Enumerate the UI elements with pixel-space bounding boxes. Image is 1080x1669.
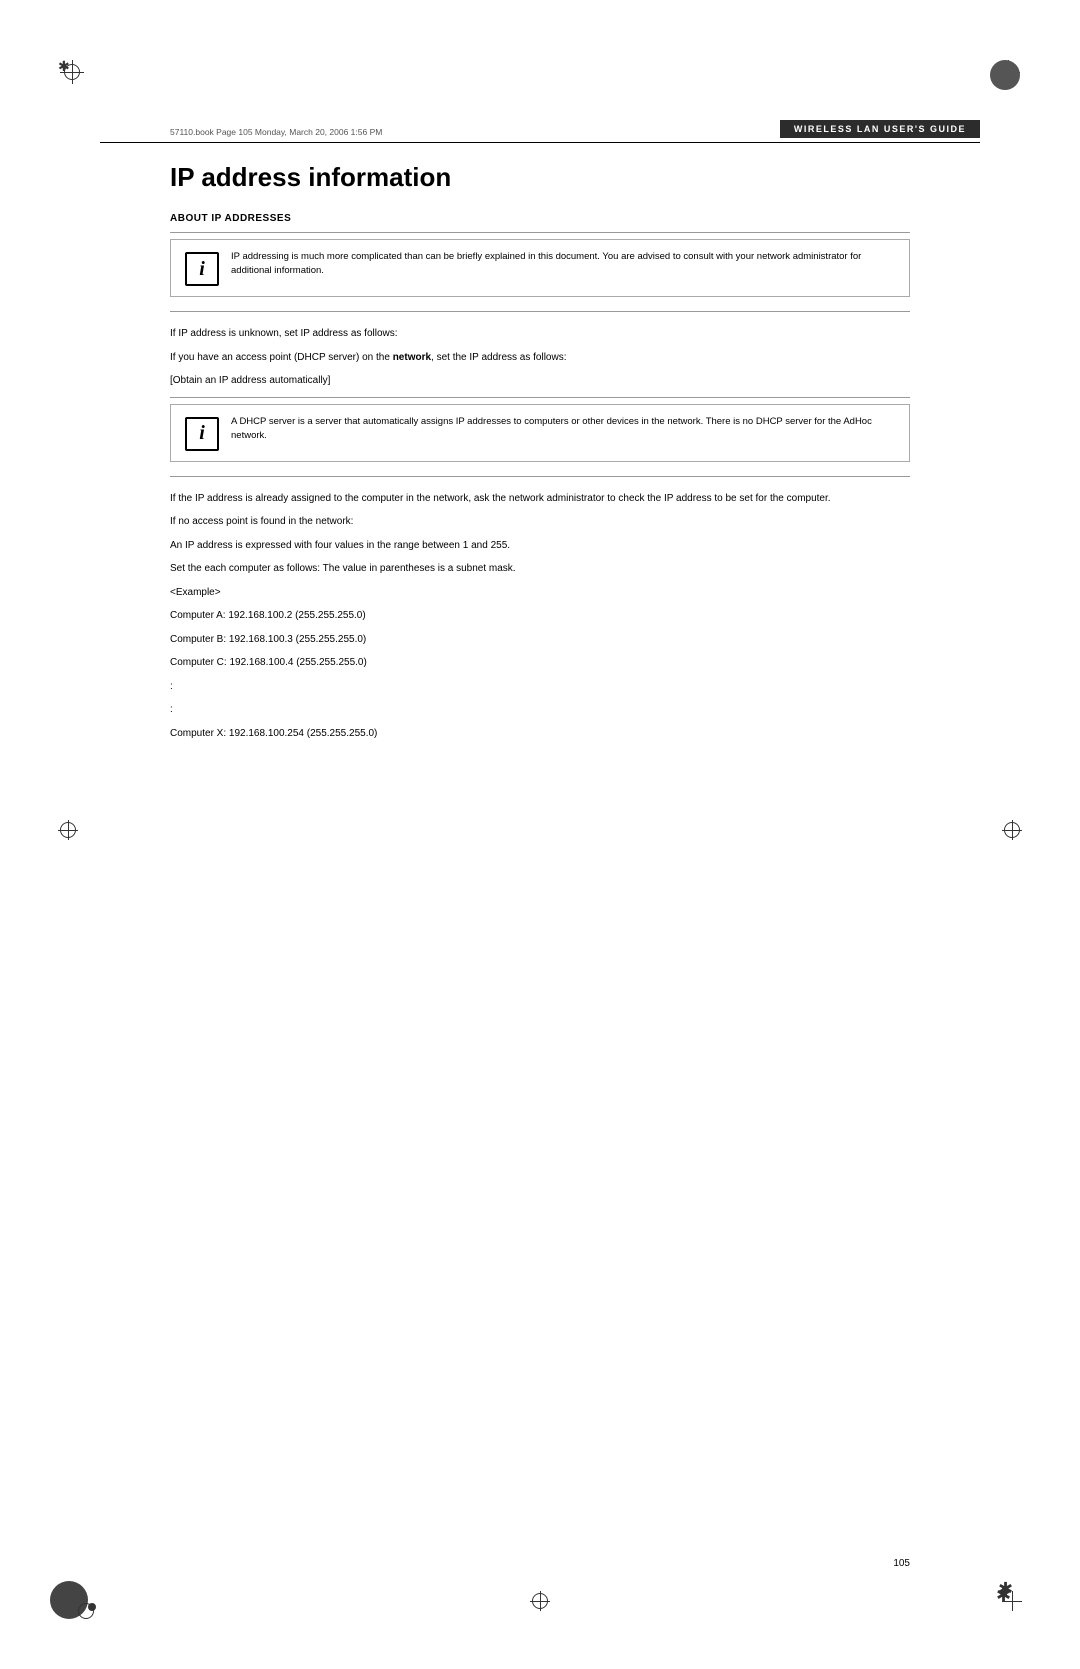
para4: If the IP address is already assigned to…	[170, 491, 910, 507]
corner-mark-tl: ✱	[60, 60, 84, 84]
dots2: :	[170, 702, 910, 718]
info-box-1: i IP addressing is much more complicated…	[170, 239, 910, 297]
section-heading-about-ip: ABOUT IP ADDRESSES	[170, 213, 910, 224]
para6: An IP address is expressed with four val…	[170, 538, 910, 554]
corner-mark-tr	[996, 60, 1020, 84]
header-rule	[100, 142, 980, 143]
computer-b: Computer B: 192.168.100.3 (255.255.255.0…	[170, 632, 910, 648]
header-bar: Wireless LAN User's Guide	[780, 120, 980, 138]
para2: If you have an access point (DHCP server…	[170, 350, 910, 366]
file-info: 57110.book Page 105 Monday, March 20, 20…	[170, 127, 382, 137]
para3: [Obtain an IP address automatically]	[170, 373, 910, 389]
para7: Set the each computer as follows: The va…	[170, 561, 910, 577]
info-text-2: A DHCP server is a server that automatic…	[231, 415, 895, 444]
computer-x: Computer X: 192.168.100.254 (255.255.255…	[170, 726, 910, 742]
side-mark-right	[1002, 820, 1022, 840]
para5: If no access point is found in the netwo…	[170, 514, 910, 530]
computer-a: Computer A: 192.168.100.2 (255.255.255.0…	[170, 608, 910, 624]
page-title: IP address information	[170, 162, 910, 193]
info-box-2: i A DHCP server is a server that automat…	[170, 404, 910, 462]
info-icon-2: i	[185, 417, 219, 451]
small-dot-bl	[88, 1603, 96, 1611]
info-text-1: IP addressing is much more complicated t…	[231, 250, 895, 279]
example-label: <Example>	[170, 585, 910, 601]
info-icon-1: i	[185, 252, 219, 286]
side-mark-left	[58, 820, 78, 840]
bottom-center-mark	[530, 1591, 550, 1611]
page-number: 105	[893, 1558, 910, 1569]
computer-c: Computer C: 192.168.100.4 (255.255.255.0…	[170, 655, 910, 671]
page: ✱ ✱ ✱	[0, 0, 1080, 1669]
para1: If IP address is unknown, set IP address…	[170, 326, 910, 342]
main-content: IP address information ABOUT IP ADDRESSE…	[170, 162, 910, 749]
dots1: :	[170, 679, 910, 695]
corner-mark-br-cross: ✱	[1002, 1591, 1022, 1611]
